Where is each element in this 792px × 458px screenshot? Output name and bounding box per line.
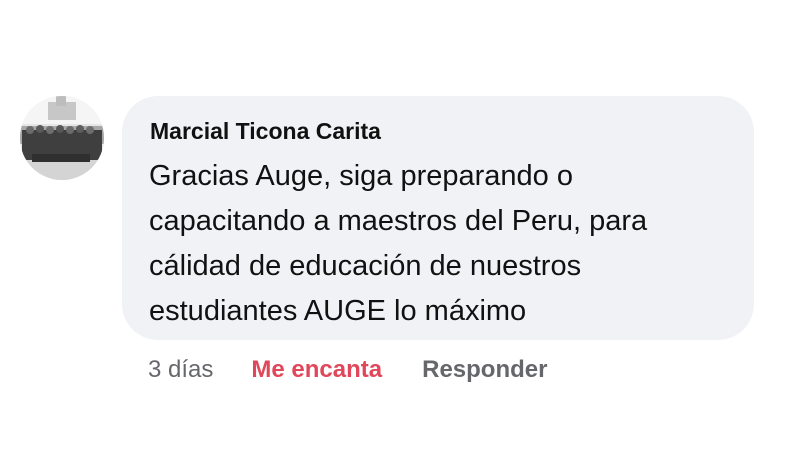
comment-bubble: Marcial Ticona Carita Gracias Auge, siga… <box>122 96 754 340</box>
avatar[interactable] <box>20 96 104 180</box>
comment-author[interactable]: Marcial Ticona Carita <box>150 118 381 145</box>
comment-timestamp[interactable]: 3 días <box>148 356 213 384</box>
love-reaction-button[interactable]: Me encanta <box>251 356 382 384</box>
profile-photo-icon <box>20 96 104 180</box>
reply-button[interactable]: Responder <box>422 356 547 384</box>
comment-text: Gracias Auge, siga preparando o capacita… <box>149 160 648 327</box>
comment-item: Marcial Ticona Carita Gracias Auge, siga… <box>0 0 792 458</box>
comment-actions: 3 días Me encanta Responder <box>148 350 547 390</box>
